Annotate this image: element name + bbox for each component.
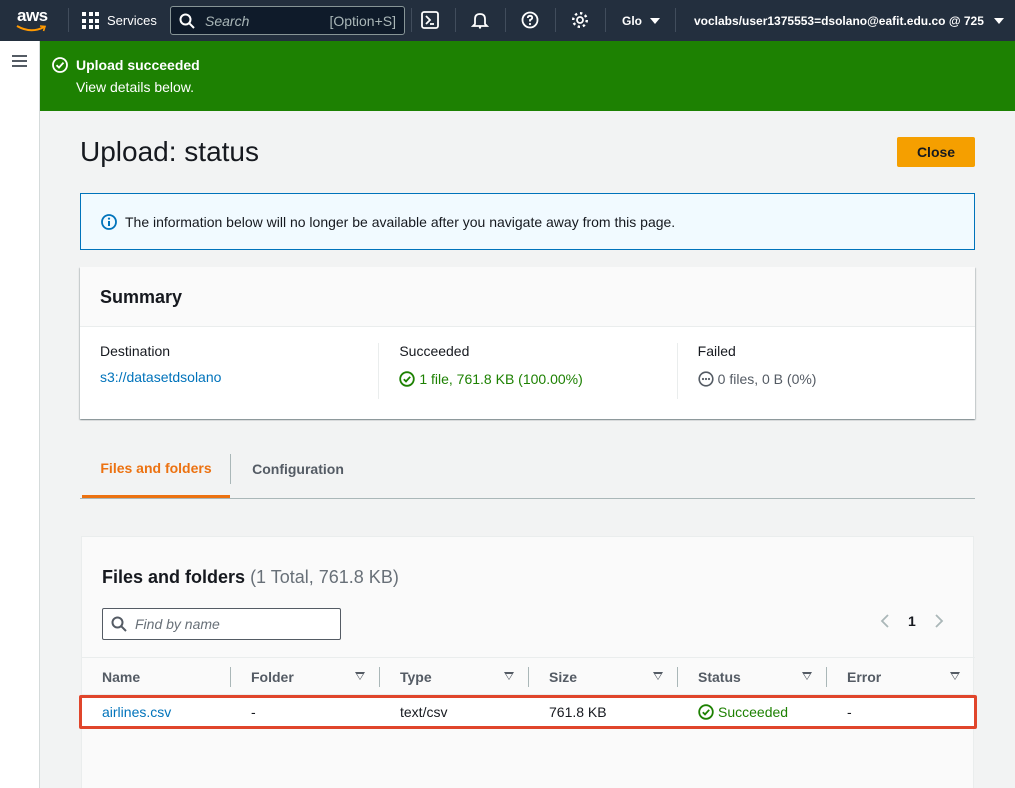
info-text: The information below will no longer be … [125,213,676,230]
chevron-left-icon[interactable] [880,613,890,629]
column-divider[interactable] [379,667,380,687]
success-flash: Upload succeeded View details below. [40,41,1015,111]
sort-icon[interactable] [504,672,514,680]
files-title: Files and folders (1 Total, 761.8 KB) [102,567,399,588]
tab-bar: Files and folders Configuration [80,440,975,499]
summary-succeeded: Succeeded 1 file, 761.8 KB (100.00%) [378,343,676,399]
column-divider[interactable] [528,667,529,687]
column-divider[interactable] [230,667,231,687]
chevron-down-icon [993,17,1004,24]
sort-icon[interactable] [950,672,960,680]
summary-failed: Failed 0 files, 0 B (0%) [676,343,975,399]
more-circle-icon [698,371,714,387]
succeeded-value: 1 file, 761.8 KB (100.00%) [419,371,583,387]
files-count: (1 Total, 761.8 KB) [250,567,399,587]
bell-icon[interactable] [470,10,490,30]
aws-logo[interactable]: aws [14,6,54,36]
page-title: Upload: status [80,136,259,167]
file-status: Succeeded [698,698,788,726]
find-by-name-input[interactable] [135,616,325,632]
cloudshell-icon[interactable] [420,10,440,30]
info-alert: The information below will no longer be … [80,193,975,250]
file-size: 761.8 KB [549,704,607,720]
column-header-status[interactable]: Status [698,658,741,696]
table-header: Name Folder Type Size Status Error [82,657,975,695]
succeeded-label: Succeeded [399,343,470,359]
region-label: Glo [622,13,642,28]
summary-panel: Summary Destination s3://datasetdsolano … [80,267,975,419]
gear-icon[interactable] [570,10,590,30]
file-name-link[interactable]: airlines.csv [102,698,171,726]
find-by-name-field[interactable] [102,608,341,640]
flash-title: Upload succeeded [76,57,200,73]
column-header-size[interactable]: Size [549,658,577,696]
file-type: text/csv [400,704,448,720]
account-menu[interactable]: voclabs/user1375553=dsolano@eafit.edu.co… [694,0,1004,41]
nav-divider [605,8,606,32]
column-header-name[interactable]: Name [102,658,140,696]
files-panel: Files and folders (1 Total, 761.8 KB) 1 … [79,536,977,788]
column-header-type[interactable]: Type [400,658,432,696]
file-error: - [847,704,852,720]
search-shortcut: [Option+S] [329,12,396,29]
chevron-right-icon[interactable] [934,613,944,629]
help-icon[interactable] [520,10,540,30]
failed-label: Failed [697,343,736,359]
files-title-text: Files and folders [102,567,246,587]
search-placeholder: Search [205,12,250,29]
chevron-down-icon [650,17,660,24]
region-selector[interactable]: Glo [622,0,660,41]
search-icon [111,616,127,632]
column-header-error[interactable]: Error [847,658,881,696]
services-label: Services [107,13,157,28]
failed-status: 0 files, 0 B (0%) [698,371,955,387]
close-button[interactable]: Close [897,137,975,167]
sort-icon[interactable] [653,672,663,680]
nav-divider [505,8,506,32]
summary-destination: Destination s3://datasetdsolano [80,343,378,399]
file-folder: - [251,704,256,720]
page-number[interactable]: 1 [908,613,916,629]
destination-link[interactable]: s3://datasetdsolano [100,369,358,385]
tab-files-and-folders[interactable]: Files and folders [82,440,230,498]
column-divider[interactable] [826,667,827,687]
check-circle-icon [698,704,714,720]
account-label: voclabs/user1375553=dsolano@eafit.edu.co… [694,13,984,28]
nav-divider [555,8,556,32]
tab-configuration[interactable]: Configuration [231,440,365,498]
menu-icon[interactable] [12,55,27,67]
nav-divider [68,8,69,32]
grid-icon [82,12,99,29]
nav-divider [675,8,676,32]
sort-icon[interactable] [355,672,365,680]
left-rail [0,41,40,788]
top-navigation: aws Services Search [Option+S] Glo vocla… [0,0,1015,41]
failed-value: 0 files, 0 B (0%) [717,371,817,387]
aws-smile-icon [16,25,46,32]
sort-icon[interactable] [802,672,812,680]
search-icon [179,13,195,29]
nav-divider [411,8,412,32]
services-menu[interactable]: Services [82,0,157,41]
table-row: airlines.csv - text/csv 761.8 KB Succeed… [79,695,977,729]
flash-message: View details below. [76,79,195,95]
pagination: 1 [880,613,944,629]
file-status-text: Succeeded [718,704,789,720]
destination-label: Destination [100,343,171,359]
check-circle-icon [399,371,416,387]
nav-divider [455,8,456,32]
succeeded-status: 1 file, 761.8 KB (100.00%) [399,371,656,387]
column-header-folder[interactable]: Folder [251,658,294,696]
info-icon [101,213,117,230]
column-divider[interactable] [677,667,678,687]
aws-logo-text: aws [17,6,48,25]
summary-title: Summary [80,267,975,327]
search-box[interactable]: Search [Option+S] [170,6,405,35]
check-circle-icon [52,57,68,73]
